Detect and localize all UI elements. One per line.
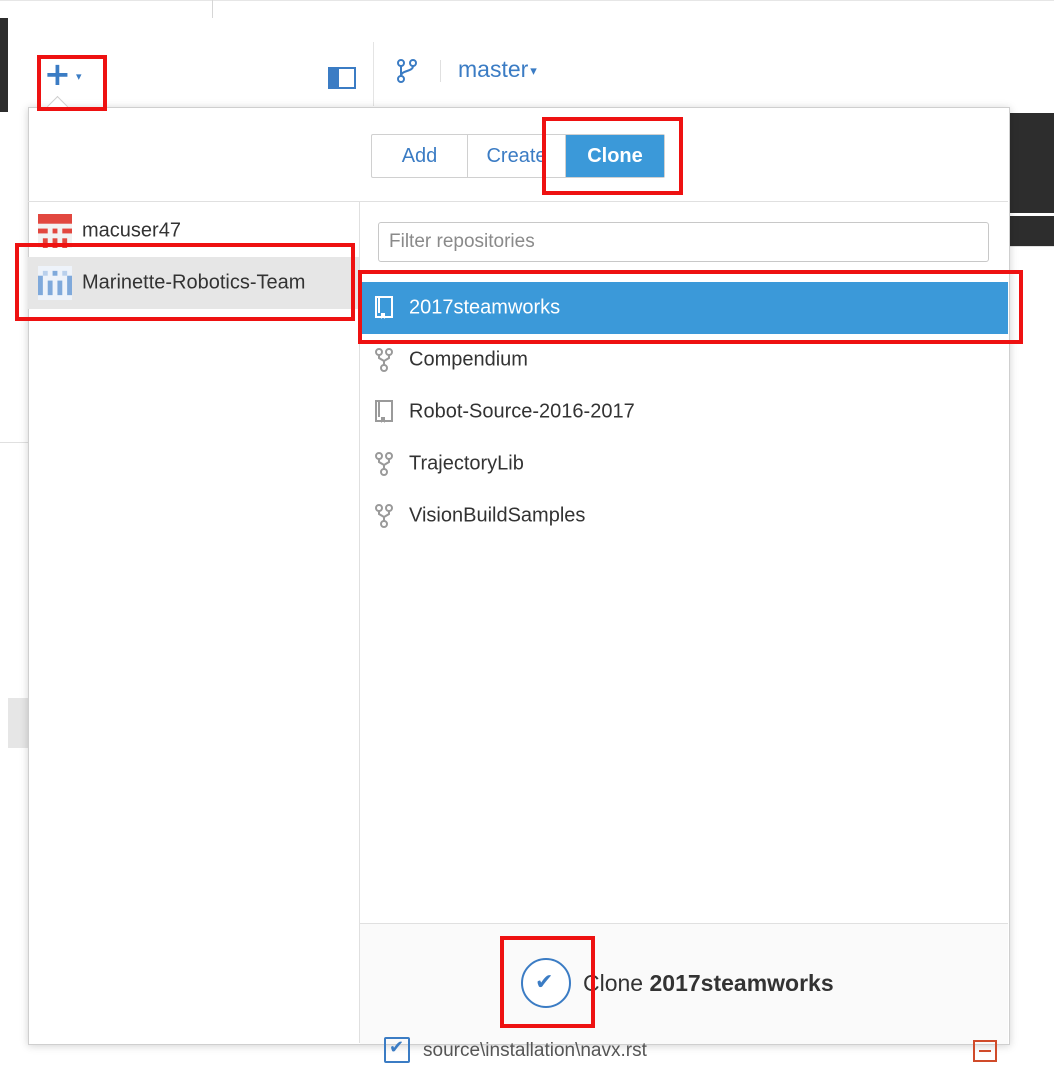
repo-name: VisionBuildSamples	[409, 504, 586, 527]
tab-clone[interactable]: Clone	[566, 135, 664, 177]
top-border	[0, 0, 1054, 1]
clone-label: Clone 2017steamworks	[583, 970, 834, 997]
toolbar-divider	[373, 42, 374, 106]
mode-tabs: Add Create Clone	[371, 134, 665, 178]
filter-repositories-input[interactable]	[378, 222, 989, 262]
check-icon: ✔	[535, 970, 554, 995]
repo-name: Robot-Source-2016-2017	[409, 400, 635, 423]
fork-icon	[375, 348, 393, 372]
titlebar-divider	[212, 0, 213, 18]
account-name: macuser47	[82, 219, 181, 242]
divider	[1008, 246, 1054, 247]
repo-name: TrajectoryLib	[409, 452, 524, 475]
repo-name: 2017steamworks	[409, 296, 561, 319]
repo-item-visionbuildsamples[interactable]: VisionBuildSamples	[360, 490, 1008, 542]
account-name: Marinette-Robotics-Team	[82, 271, 306, 294]
avatar	[38, 266, 72, 300]
add-repository-button[interactable]: + ▾	[42, 55, 102, 100]
repo-icon	[375, 296, 393, 319]
repo-item-2017steamworks[interactable]: 2017steamworks	[360, 282, 1008, 334]
chevron-down-icon: ▾	[76, 70, 82, 83]
background-scroll-thumb	[8, 698, 28, 748]
tab-add[interactable]: Add	[372, 135, 468, 177]
repo-icon	[375, 400, 393, 423]
window-edge	[0, 18, 8, 112]
avatar	[38, 214, 72, 248]
toolbar-divider	[440, 60, 441, 82]
background-panel	[1008, 113, 1054, 213]
branch-selector[interactable]: master ▾	[458, 56, 537, 83]
repo-item-trajectorylib[interactable]: TrajectoryLib	[360, 438, 1008, 490]
background-panel	[1008, 216, 1054, 246]
file-checkbox[interactable]: ✔	[384, 1037, 410, 1063]
tab-create[interactable]: Create	[468, 135, 566, 177]
account-item-marinette-robotics-team[interactable]: Marinette-Robotics-Team	[28, 257, 359, 309]
repo-item-compendium[interactable]: Compendium	[360, 334, 1008, 386]
fork-icon	[375, 504, 393, 528]
changed-file-path: source\installation\navx.rst	[423, 1040, 647, 1061]
branch-name: master	[458, 56, 529, 82]
plus-icon: +	[44, 55, 71, 93]
divider	[28, 201, 1008, 202]
repo-item-robot-source-2016-2017[interactable]: Robot-Source-2016-2017	[360, 386, 1008, 438]
sidebar-toggle-icon[interactable]	[328, 67, 356, 89]
branch-icon	[397, 59, 417, 83]
fork-icon	[375, 452, 393, 476]
clone-confirm-button[interactable]: ✔	[521, 958, 571, 1008]
clone-repo-name: 2017steamworks	[649, 970, 834, 996]
clone-prefix: Clone	[583, 970, 644, 996]
repo-name: Compendium	[409, 348, 528, 371]
divider	[0, 442, 28, 443]
check-icon: ✔	[389, 1037, 405, 1058]
file-status-removed-icon	[973, 1040, 997, 1062]
chevron-down-icon: ▾	[530, 62, 537, 78]
account-item-macuser47[interactable]: macuser47	[28, 205, 359, 257]
